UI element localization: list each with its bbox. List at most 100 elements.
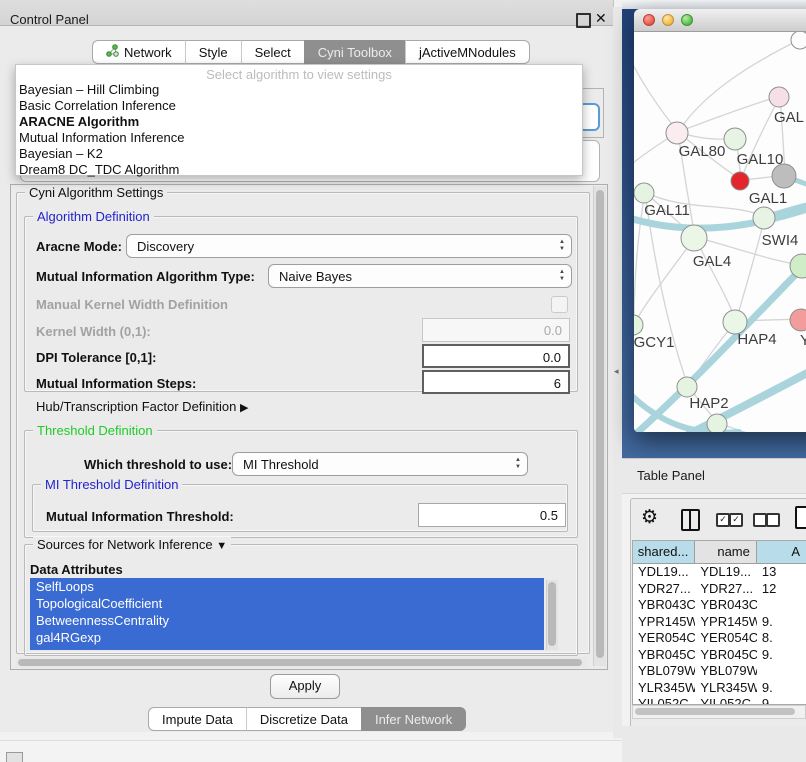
network-edge[interactable] bbox=[634, 237, 695, 324]
table-panel-footer bbox=[622, 726, 806, 762]
minimized-panel-icon[interactable] bbox=[6, 752, 23, 762]
table-row[interactable]: YLR345WYLR345W9. bbox=[633, 680, 806, 697]
mi-steps-input[interactable]: 6 bbox=[422, 370, 570, 394]
settings-gear-icon[interactable]: ⚙ bbox=[641, 506, 658, 529]
tab-network[interactable]: Network bbox=[92, 40, 185, 64]
bottom-tab-impute-data[interactable]: Impute Data bbox=[148, 707, 246, 731]
aracne-mode-value: Discovery bbox=[137, 239, 194, 254]
table-cell: YBR043C bbox=[633, 597, 695, 614]
aracne-mode-select[interactable]: Discovery ▲▼ bbox=[126, 234, 572, 258]
network-node-gal1[interactable] bbox=[731, 172, 749, 190]
settings-vertical-scrollbar[interactable] bbox=[593, 186, 606, 666]
which-threshold-select[interactable]: MI Threshold ▲▼ bbox=[232, 452, 528, 476]
table-row[interactable]: YDL19...YDL19...13 bbox=[633, 564, 806, 581]
tab-cyni-toolbox[interactable]: Cyni Toolbox bbox=[304, 40, 405, 64]
column-header-shared-[interactable]: shared... bbox=[633, 541, 695, 563]
table-horizontal-scrollbar[interactable] bbox=[632, 705, 806, 719]
table-row[interactable]: YDR27...YDR27...12 bbox=[633, 581, 806, 598]
settings-horizontal-scrollbar[interactable] bbox=[16, 657, 588, 668]
sources-title-wrap[interactable]: Sources for Network Inference ▼ bbox=[33, 537, 231, 552]
algorithm-option[interactable]: Bayesian – Hill Climbing bbox=[19, 82, 579, 98]
zoom-traffic-light-icon[interactable] bbox=[681, 14, 693, 26]
network-node[interactable] bbox=[772, 164, 796, 188]
table-cell: 9. bbox=[757, 614, 806, 631]
network-node-hap2[interactable] bbox=[677, 377, 697, 397]
network-node-y[interactable] bbox=[790, 309, 806, 331]
float-window-icon[interactable] bbox=[576, 13, 591, 28]
network-icon bbox=[106, 44, 119, 60]
close-traffic-light-icon[interactable] bbox=[643, 14, 655, 26]
network-window-titlebar[interactable] bbox=[634, 9, 806, 32]
network-node[interactable] bbox=[791, 32, 806, 49]
new-table-icon[interactable] bbox=[795, 506, 806, 529]
network-node-gcy1[interactable] bbox=[634, 315, 643, 335]
deselect-all-checkboxes-icon[interactable] bbox=[753, 513, 767, 527]
table-cell: YDR27... bbox=[695, 581, 757, 598]
algorithm-option[interactable]: Mutual Information Inference bbox=[19, 130, 579, 146]
dpi-tolerance-input[interactable]: 0.0 bbox=[422, 344, 570, 368]
network-canvas[interactable]: GALGAL80GAL10GAL1GAL11SWI4GAL4GCY1HAP4YH… bbox=[634, 32, 806, 432]
algorithm-option[interactable]: ARACNE Algorithm bbox=[19, 114, 579, 130]
attribute-list-item[interactable]: BetweennessCentrality bbox=[30, 612, 544, 629]
apply-button[interactable]: Apply bbox=[270, 674, 340, 699]
which-threshold-label: Which threshold to use: bbox=[84, 457, 232, 472]
algorithm-list: Bayesian – Hill ClimbingBasic Correlatio… bbox=[19, 82, 579, 178]
algorithm-dropdown: Select algorithm to view settings Bayesi… bbox=[15, 64, 583, 176]
dpi-tolerance-label: DPI Tolerance [0,1]: bbox=[36, 350, 156, 365]
network-node-gal10[interactable] bbox=[724, 128, 746, 150]
column-header-name[interactable]: name bbox=[695, 541, 757, 563]
network-node-gal80[interactable] bbox=[666, 122, 688, 144]
table-panel-title: Table Panel bbox=[637, 468, 705, 483]
column-header-a[interactable]: A bbox=[757, 541, 806, 563]
table-cell: YIL052C bbox=[695, 696, 757, 705]
close-icon[interactable]: ✕ bbox=[595, 10, 607, 27]
tab-select[interactable]: Select bbox=[241, 40, 304, 64]
kernel-width-input[interactable]: 0.0 bbox=[422, 318, 570, 342]
mi-threshold-input[interactable]: 0.5 bbox=[418, 503, 566, 527]
attributes-list-scrollbar[interactable] bbox=[546, 580, 558, 650]
network-edge[interactable] bbox=[634, 57, 678, 132]
control-panel-titlebar bbox=[0, 0, 613, 26]
attribute-list-item[interactable]: gal4RGexp bbox=[30, 629, 544, 646]
table-row[interactable]: YBR045CYBR045C9. bbox=[633, 647, 806, 664]
network-node-swi4[interactable] bbox=[753, 207, 775, 229]
splitter-collapse-icon[interactable]: ◂ bbox=[614, 366, 619, 377]
network-view-window[interactable]: GALGAL80GAL10GAL1GAL11SWI4GAL4GCY1HAP4YH… bbox=[634, 9, 806, 432]
algorithm-option[interactable]: Dream8 DC_TDC Algorithm bbox=[19, 162, 579, 178]
select-all-checkboxes-icon[interactable]: ✓ bbox=[729, 513, 743, 527]
minimize-traffic-light-icon[interactable] bbox=[662, 14, 674, 26]
tab-jactivemnodules[interactable]: jActiveMNodules bbox=[405, 40, 530, 64]
mi-type-select[interactable]: Naive Bayes ▲▼ bbox=[268, 264, 572, 288]
network-node-gal11[interactable] bbox=[634, 183, 654, 203]
table-cell: YBR045C bbox=[695, 647, 757, 664]
algorithm-option[interactable]: Basic Correlation Inference bbox=[19, 98, 579, 114]
table-row[interactable]: YBL079WYBL079W bbox=[633, 663, 806, 680]
network-node-gal4[interactable] bbox=[681, 225, 707, 251]
attribute-list-item[interactable]: SelfLoops bbox=[30, 578, 544, 595]
bottom-tab-discretize-data[interactable]: Discretize Data bbox=[246, 707, 361, 731]
attribute-list-item[interactable]: TopologicalCoefficient bbox=[30, 595, 544, 612]
node-label: Y bbox=[800, 332, 806, 349]
table-cell: YBL079W bbox=[633, 663, 695, 680]
table-row[interactable]: YBR043CYBR043C bbox=[633, 597, 806, 614]
network-node[interactable] bbox=[707, 414, 727, 432]
table-row[interactable]: YIL052CYIL052C9. bbox=[633, 696, 806, 705]
network-node-gal[interactable] bbox=[769, 87, 789, 107]
select-all-checkboxes-icon[interactable]: ✓ bbox=[716, 513, 730, 527]
manual-kernel-checkbox[interactable] bbox=[551, 296, 568, 313]
network-edge[interactable] bbox=[736, 217, 765, 321]
hub-section-toggle[interactable]: Hub/Transcription Factor Definition ▶ bbox=[36, 399, 248, 414]
tab-label: Cyni Toolbox bbox=[318, 45, 392, 60]
table-cell: 8. bbox=[757, 630, 806, 647]
bottom-tab-infer-network[interactable]: Infer Network bbox=[361, 707, 466, 731]
algorithm-option[interactable]: Bayesian – K2 bbox=[19, 146, 579, 162]
network-edge[interactable] bbox=[695, 237, 736, 321]
table-header-row: shared...nameA bbox=[633, 541, 806, 564]
table-row[interactable]: YPR145WYPR145W9. bbox=[633, 614, 806, 631]
column-layout-icon[interactable] bbox=[681, 509, 700, 531]
table-row[interactable]: YER054CYER054C8. bbox=[633, 630, 806, 647]
tab-style[interactable]: Style bbox=[185, 40, 241, 64]
table-cell: YBL079W bbox=[695, 663, 757, 680]
deselect-all-checkboxes-icon[interactable] bbox=[766, 513, 780, 527]
desktop-top-strip bbox=[622, 0, 806, 9]
